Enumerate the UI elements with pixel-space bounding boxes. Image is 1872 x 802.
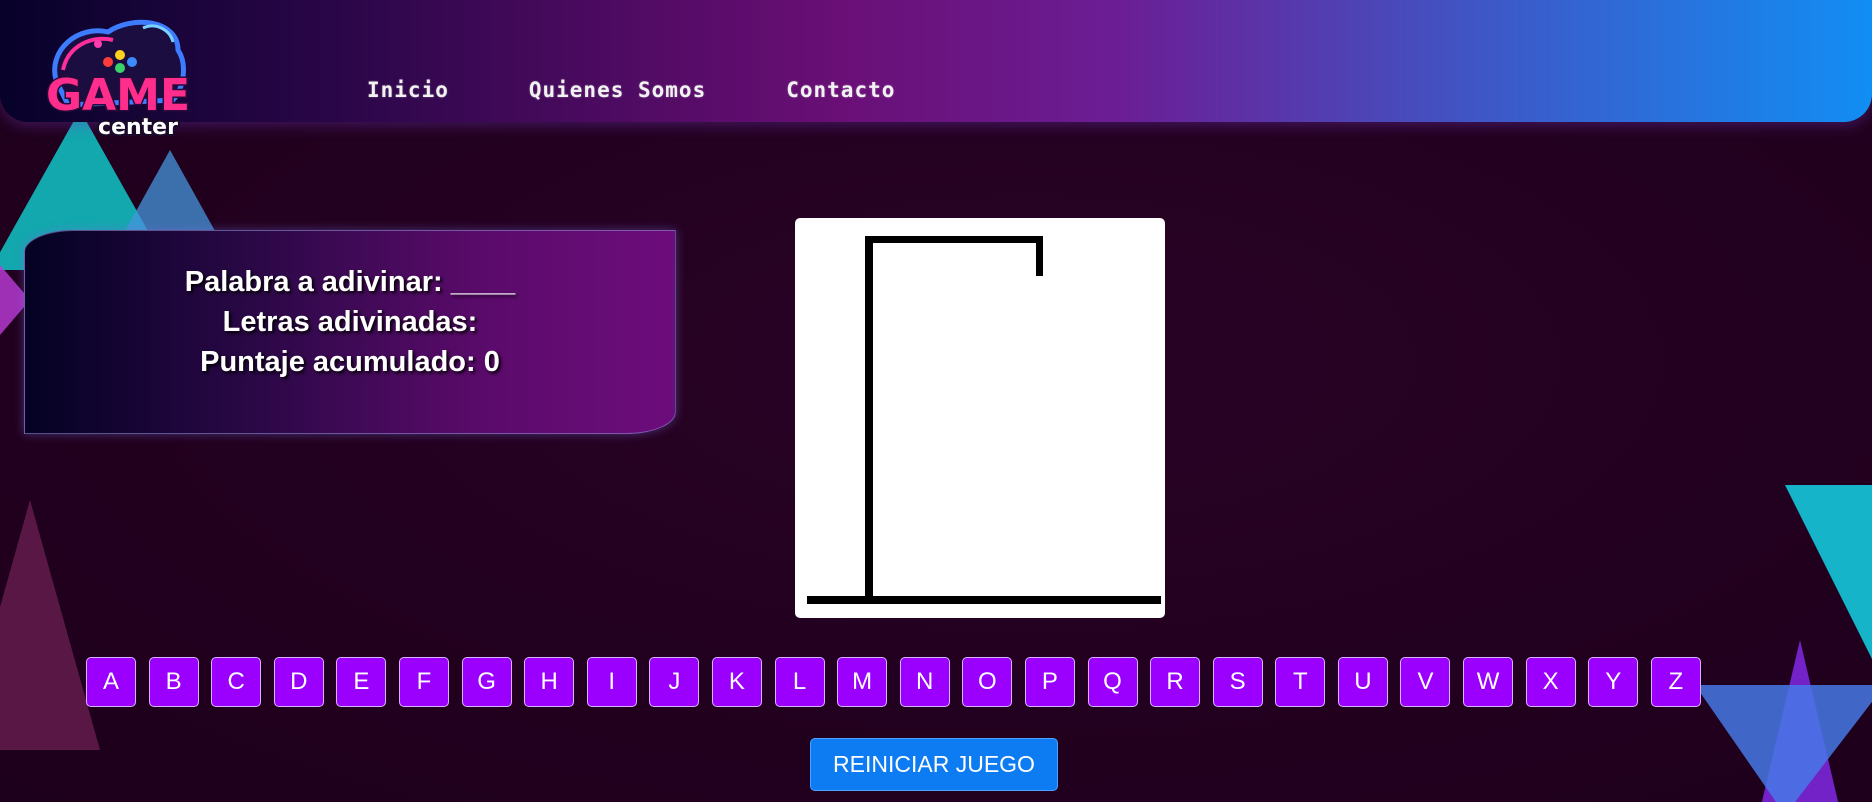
decor-triangle bbox=[120, 150, 220, 240]
hangman-board bbox=[795, 218, 1165, 618]
top-header: Inicio Quienes Somos Contacto bbox=[0, 0, 1872, 122]
game-center-logo[interactable]: GAME center bbox=[38, 10, 198, 160]
gallows-base bbox=[807, 596, 1161, 604]
letter-key-u[interactable]: U bbox=[1337, 657, 1388, 707]
page: Inicio Quienes Somos Contacto GAME cente… bbox=[0, 0, 1872, 802]
restart-game-button[interactable]: REINICIAR JUEGO bbox=[810, 738, 1058, 791]
letter-key-j[interactable]: J bbox=[649, 657, 700, 707]
letter-keyboard: ABCDEFGHIJKLMNOPQRSTUVWXYZ bbox=[86, 657, 1701, 707]
letter-key-f[interactable]: F bbox=[398, 657, 449, 707]
gallows-post bbox=[865, 236, 873, 600]
letter-key-h[interactable]: H bbox=[524, 657, 575, 707]
letter-key-e[interactable]: E bbox=[336, 657, 387, 707]
letter-key-g[interactable]: G bbox=[461, 657, 512, 707]
decor-triangle bbox=[0, 500, 100, 750]
guessed-letters: Letras adivinadas: bbox=[222, 306, 478, 338]
letter-key-y[interactable]: Y bbox=[1588, 657, 1639, 707]
gallows-beam bbox=[865, 236, 1043, 243]
letter-key-m[interactable]: M bbox=[837, 657, 888, 707]
nav-link-contacto[interactable]: Contacto bbox=[786, 78, 895, 102]
letter-key-v[interactable]: V bbox=[1400, 657, 1451, 707]
logo-word: GAME bbox=[46, 70, 190, 121]
letter-key-x[interactable]: X bbox=[1525, 657, 1576, 707]
main-nav: Inicio Quienes Somos Contacto bbox=[367, 78, 895, 102]
letter-key-r[interactable]: R bbox=[1150, 657, 1201, 707]
score: Puntaje acumulado: 0 bbox=[200, 346, 500, 378]
letter-key-b[interactable]: B bbox=[148, 657, 199, 707]
letter-key-d[interactable]: D bbox=[273, 657, 324, 707]
logo-sub: center bbox=[98, 115, 178, 140]
gallows-rope bbox=[1036, 236, 1043, 276]
letter-key-n[interactable]: N bbox=[899, 657, 950, 707]
letter-key-k[interactable]: K bbox=[711, 657, 762, 707]
letter-key-t[interactable]: T bbox=[1275, 657, 1326, 707]
letter-key-w[interactable]: W bbox=[1463, 657, 1514, 707]
decor-triangle bbox=[1695, 685, 1872, 802]
letter-key-p[interactable]: P bbox=[1024, 657, 1075, 707]
letter-key-q[interactable]: Q bbox=[1087, 657, 1138, 707]
letter-key-s[interactable]: S bbox=[1212, 657, 1263, 707]
nav-link-quienes-somos[interactable]: Quienes Somos bbox=[529, 78, 706, 102]
game-info-panel: Palabra a adivinar: ____ Letras adivinad… bbox=[24, 230, 676, 434]
letter-key-i[interactable]: I bbox=[586, 657, 637, 707]
letter-key-o[interactable]: O bbox=[962, 657, 1013, 707]
gallows-drawing bbox=[807, 236, 1161, 604]
letter-key-a[interactable]: A bbox=[86, 657, 136, 707]
nav-link-inicio[interactable]: Inicio bbox=[367, 78, 449, 102]
letter-key-l[interactable]: L bbox=[774, 657, 825, 707]
word-to-guess: Palabra a adivinar: ____ bbox=[184, 266, 516, 298]
letter-key-c[interactable]: C bbox=[211, 657, 262, 707]
letter-key-z[interactable]: Z bbox=[1650, 657, 1701, 707]
